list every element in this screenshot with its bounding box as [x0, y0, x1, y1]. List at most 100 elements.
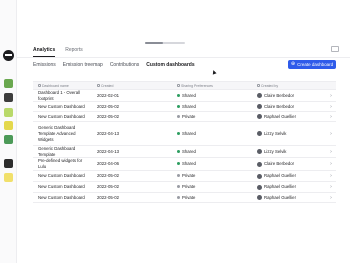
dashboard-name: New Custom Dashboard [38, 173, 85, 178]
sharing-status: Private [173, 184, 253, 190]
created-date: 2022-05-02 [97, 184, 119, 189]
table-row[interactable]: New Custom Dashboard 2022-05-02 Private Rap… [33, 182, 336, 193]
status-dot [177, 195, 180, 199]
chevron-right-icon[interactable]: › [326, 184, 336, 190]
dashboard-name: New Custom Dashboard [38, 113, 85, 119]
subtab-contributions[interactable]: Contributions [110, 61, 139, 69]
dashboard-name: Generic Dashboard Template [38, 145, 76, 157]
sharing-status: Shared [173, 161, 253, 167]
dashboard-name: Dashboard 1 - Overall footprint [38, 89, 81, 101]
loading-progress-bar [145, 42, 185, 44]
avatar [257, 131, 262, 136]
table-row[interactable]: New Custom Dashboard 2022-05-02 Private Rap… [33, 112, 336, 122]
status-dot [177, 149, 180, 153]
created-date: 2022-04-06 [97, 161, 119, 166]
column-icon [97, 84, 100, 87]
created-by: Lizzy Selvik [253, 149, 326, 155]
column-icon [177, 84, 180, 87]
status-dot [177, 93, 180, 97]
leaf-icon[interactable] [4, 121, 13, 130]
sidebar [0, 0, 17, 263]
status-dot [177, 104, 180, 108]
column-icon [38, 84, 41, 87]
created-date: 2022-05-02 [97, 194, 119, 200]
tree-icon[interactable] [4, 135, 13, 144]
avatar [257, 104, 262, 109]
dashboard-name: Pre-defined widgets for Lulu [38, 158, 83, 169]
created-date: 2022-04-13 [97, 130, 119, 136]
plus-circle-icon: ⊕ [290, 61, 296, 67]
avatar [257, 161, 262, 167]
table-row[interactable]: Generic Dashboard Template 2022-04-13 Shar… [33, 146, 336, 158]
dashboard-name: New Custom Dashboard [38, 184, 85, 189]
created-by: Claire Berbedor [253, 161, 326, 167]
sharing-status: Private [173, 195, 253, 201]
tab-reports[interactable]: Reports [65, 46, 83, 56]
created-by: Lizzy Selvik [253, 131, 326, 137]
mouse-cursor-icon [211, 69, 217, 75]
create-dashboard-button[interactable]: ⊕ Create dashboard [288, 60, 336, 69]
subtab-emission-treemap[interactable]: Emission treemap [63, 61, 103, 69]
column-header-created-by[interactable]: Created by [253, 84, 326, 88]
chevron-right-icon[interactable]: › [326, 93, 336, 99]
created-date: 2022-05-02 [97, 173, 119, 178]
created-by: Claire Berbedor [253, 93, 326, 99]
sharing-status: Private [173, 114, 253, 120]
plant-icon[interactable] [4, 79, 13, 88]
chevron-right-icon[interactable]: › [326, 161, 336, 167]
window-icon[interactable] [331, 46, 339, 52]
graduation-cap-icon[interactable] [4, 159, 13, 168]
created-date: 2022-02-01 [97, 92, 119, 98]
table-row[interactable]: New Custom Dashboard 2022-05-02 Private Rap… [33, 193, 336, 203]
eyes-icon[interactable] [4, 93, 13, 102]
chevron-right-icon[interactable]: › [326, 104, 336, 110]
avatar [257, 114, 262, 119]
avatar [257, 149, 262, 154]
lightbulb-icon[interactable] [4, 108, 13, 117]
tab-analytics[interactable]: Analytics [33, 46, 56, 57]
created-by: Raphael Guellier [253, 184, 326, 190]
created-by: Raphael Guellier [253, 195, 326, 201]
status-dot [177, 162, 180, 166]
table-row[interactable]: Pre-defined widgets for Lulu 2022-04-06 Sh… [33, 158, 336, 171]
created-date: 2022-05-02 [97, 103, 119, 109]
created-by: Claire Berbedor [253, 104, 326, 110]
sharing-status: Shared [173, 93, 253, 99]
created-date: 2022-05-02 [97, 113, 119, 119]
sharing-status: Private [173, 173, 253, 179]
created-by: Raphael Guellier [253, 173, 326, 179]
progress-fill [145, 42, 163, 44]
status-dot [177, 131, 180, 135]
table-row[interactable]: Dashboard 1 - Overall footprint 2022-02-0… [33, 90, 336, 102]
status-dot [177, 185, 180, 189]
logo-icon[interactable] [3, 50, 14, 61]
column-header-name[interactable]: Dashboard name [33, 84, 93, 88]
avatar [257, 93, 262, 98]
created-date: 2022-04-13 [97, 148, 119, 154]
sharing-status: Shared [173, 149, 253, 155]
dashboard-name: New Custom Dashboard [38, 194, 85, 200]
create-dashboard-label: Create dashboard [297, 62, 334, 67]
chevron-right-icon[interactable]: › [326, 114, 336, 120]
subtab-emissions[interactable]: Emissions [33, 61, 56, 69]
table-row[interactable]: New Custom Dashboard 2022-05-02 Private Rap… [33, 171, 336, 182]
avatar [257, 184, 262, 190]
column-header-created[interactable]: Created [93, 84, 173, 88]
light-bulb-icon[interactable] [4, 173, 13, 182]
table-row[interactable]: New Custom Dashboard 2022-05-02 Shared Clai… [33, 102, 336, 112]
dashboard-name: New Custom Dashboard [38, 103, 85, 109]
chevron-right-icon[interactable]: › [326, 149, 336, 155]
created-by: Raphael Guellier [253, 114, 326, 120]
column-header-sharing[interactable]: Sharing Preferences [173, 84, 253, 88]
sub-tabs: Emissions Emission treemap Contributions… [33, 61, 195, 69]
table-row[interactable]: Generic Dashboard Template Advanced Widg… [33, 122, 336, 146]
chevron-right-icon[interactable]: › [326, 195, 336, 201]
column-icon [257, 84, 260, 87]
subtab-custom-dashboards[interactable]: Custom dashboards [146, 61, 194, 69]
dashboard-name: Generic Dashboard Template Advanced Widg… [38, 124, 76, 142]
chevron-right-icon[interactable]: › [326, 173, 336, 179]
sharing-status: Shared [173, 131, 253, 137]
chevron-right-icon[interactable]: › [326, 131, 336, 137]
sharing-status: Shared [173, 104, 253, 110]
divider [17, 57, 350, 58]
